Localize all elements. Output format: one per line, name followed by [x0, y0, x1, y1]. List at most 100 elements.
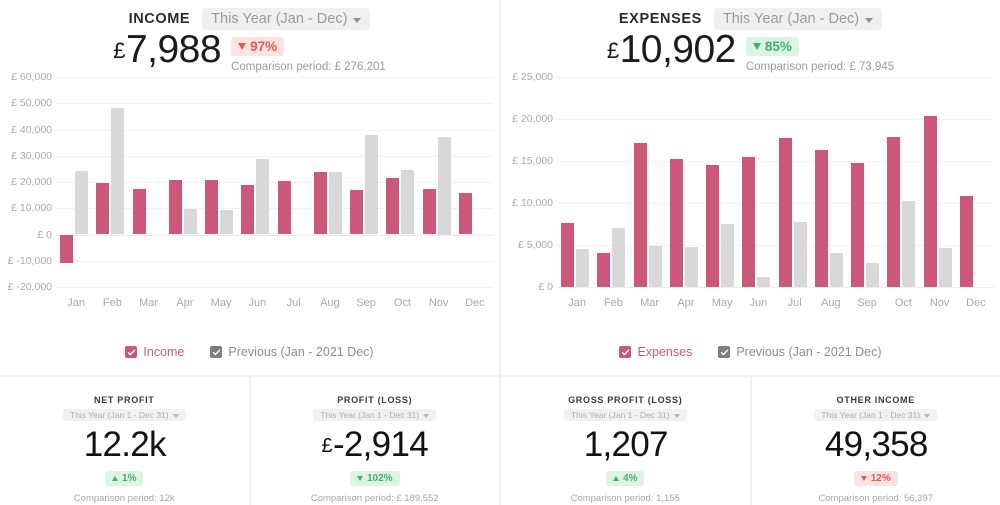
bar-previous[interactable] [793, 222, 807, 287]
bar-primary[interactable] [422, 189, 436, 235]
kpi-period-selector[interactable]: This Year (Jan 1 - Dec 31) [563, 409, 687, 421]
bar-previous[interactable] [757, 276, 771, 287]
arrow-up-icon [613, 475, 620, 481]
checkbox-checked-icon [619, 346, 632, 358]
bar-primary[interactable] [778, 138, 792, 287]
bar-primary[interactable] [168, 180, 182, 235]
arrow-down-icon [752, 43, 761, 50]
period-selector[interactable]: This Year (Jan - Dec) [713, 8, 883, 30]
bar-previous[interactable] [938, 247, 952, 287]
y-axis-tick-label: £ 10,000 [11, 202, 52, 215]
month-group [58, 77, 94, 287]
bar-primary[interactable] [458, 193, 472, 235]
legend-item-previous[interactable]: Previous (Jan - 2021 Dec) [210, 345, 374, 359]
bar-primary[interactable] [851, 162, 864, 287]
bar-primary[interactable] [313, 172, 327, 235]
bar-previous[interactable] [365, 135, 378, 235]
period-selector[interactable]: This Year (Jan - Dec) [202, 8, 371, 30]
bar-primary[interactable] [923, 116, 937, 287]
month-group [457, 77, 493, 287]
legend-item-primary[interactable]: Expenses [619, 345, 692, 359]
y-axis-tick-label: £ 25,000 [512, 71, 553, 83]
bar-primary[interactable] [597, 252, 611, 287]
bar-primary[interactable] [959, 196, 973, 287]
bar-primary[interactable] [241, 184, 255, 235]
bar-previous[interactable] [576, 249, 589, 287]
bar-previous[interactable] [902, 201, 916, 287]
kpi-comparison-text: Comparison period: 12k [73, 492, 175, 504]
bar-previous[interactable] [401, 170, 415, 235]
kpi-period-selector[interactable]: This Year (Jan 1 - Dec 31) [62, 409, 186, 421]
arrow-up-icon [112, 475, 119, 481]
kpi-comparison-text: Comparison period: 1,155 [570, 492, 680, 504]
bar-previous[interactable] [612, 228, 626, 287]
bar-previous[interactable] [111, 107, 125, 235]
month-group [203, 77, 239, 287]
bar-previous[interactable] [437, 137, 451, 235]
bar-primary[interactable] [633, 143, 647, 287]
bar-primary[interactable] [132, 189, 146, 235]
panel-title: INCOME [128, 11, 191, 27]
month-group [632, 77, 668, 287]
bar-primary[interactable] [386, 178, 400, 235]
x-axis-tick-label: Oct [894, 297, 912, 309]
bar-previous[interactable] [75, 170, 88, 235]
legend-label-primary: Income [143, 345, 185, 359]
x-axis-tick-label: May [711, 297, 733, 309]
kpi-period-label: This Year (Jan 1 - Dec 31) [570, 410, 670, 420]
month-group [421, 77, 457, 287]
bar-previous[interactable] [684, 246, 698, 287]
y-axis-tick-label: £ 5,000 [517, 239, 553, 251]
arrow-down-icon [356, 475, 363, 481]
month-group [958, 77, 994, 287]
legend-item-primary[interactable]: Income [125, 345, 184, 359]
month-group [885, 77, 921, 287]
bar-primary[interactable] [561, 223, 574, 287]
bar-primary[interactable] [887, 136, 901, 287]
bar-primary[interactable] [60, 234, 73, 264]
kpi-period-selector[interactable]: This Year (Jan 1 - Dec 31) [814, 409, 938, 421]
legend-item-previous[interactable]: Previous (Jan - 2021 Dec) [718, 345, 882, 359]
kpi-period-selector[interactable]: This Year (Jan 1 - Dec 31) [313, 409, 437, 421]
bar-previous[interactable] [829, 252, 843, 287]
month-group [559, 77, 595, 287]
bar-previous[interactable] [328, 172, 342, 235]
month-group [704, 77, 740, 287]
delta-badge: 97% [231, 37, 285, 56]
bar-previous[interactable] [721, 224, 734, 287]
legend-label-previous: Previous (Jan - 2021 Dec) [228, 345, 374, 359]
bar-previous[interactable] [256, 159, 270, 235]
x-axis-tick-label: Oct [393, 297, 411, 309]
bar-primary[interactable] [706, 165, 719, 287]
x-axis-tick-label: Feb [603, 297, 623, 309]
chart-panel-income: INCOME This Year (Jan - Dec) £7,988 97% … [0, 0, 499, 375]
x-axis-tick-label: Jun [749, 297, 768, 309]
bar-primary[interactable] [96, 182, 110, 235]
month-group [849, 77, 885, 287]
panel-value: £10,902 [607, 28, 737, 72]
bar-primary[interactable] [350, 190, 363, 235]
y-axis-tick-label: £ 0 [538, 281, 553, 293]
y-axis-tick-label: £ -20,000 [7, 281, 52, 293]
bar-primary[interactable] [742, 156, 756, 287]
x-axis-tick-label: Jun [248, 297, 267, 309]
bar-primary[interactable] [277, 180, 291, 235]
month-group [276, 77, 312, 287]
x-axis: Jan Feb Mar Apr May Jun Jul Aug Sep Oct Nov Dec [58, 297, 493, 309]
x-axis-tick-label: Nov [929, 297, 950, 309]
kpi-card: NET PROFIT This Year (Jan 1 - Dec 31) 12… [0, 377, 249, 505]
legend-label-previous: Previous (Jan - 2021 Dec) [736, 345, 882, 359]
bar-previous[interactable] [220, 209, 233, 235]
bar-primary[interactable] [205, 179, 218, 235]
bar-previous[interactable] [648, 245, 662, 287]
kpi-delta-badge: 12% [853, 470, 898, 486]
plot: £ 60,000 £ 50,000 £ 40,000 £ 30,000 £ 20,000… [0, 71, 499, 317]
bar-primary[interactable] [669, 159, 683, 287]
bar-previous[interactable] [183, 208, 197, 235]
kpi-period-label: This Year (Jan 1 - Dec 31) [821, 410, 921, 420]
month-group [167, 77, 203, 287]
bar-primary[interactable] [814, 150, 828, 287]
y-axis-tick-label: £ 20,000 [11, 176, 52, 188]
bar-previous[interactable] [866, 263, 879, 287]
kpi-comparison-text: Comparison period: 56,397 [818, 492, 934, 504]
